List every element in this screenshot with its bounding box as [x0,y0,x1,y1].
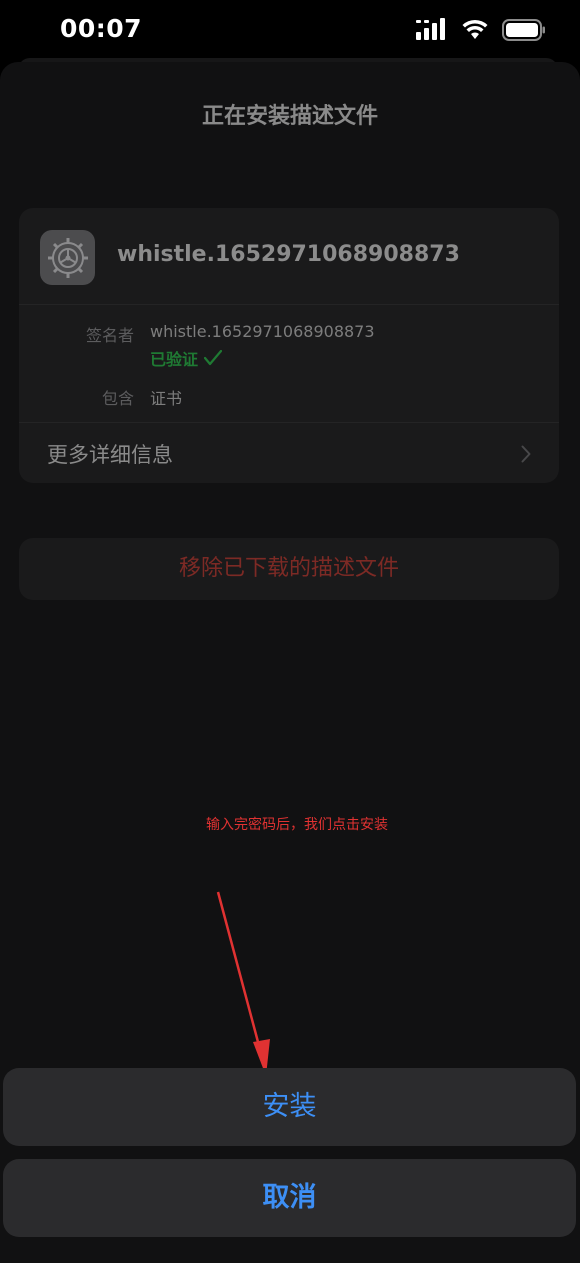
verified-text: 已验证 [150,350,199,369]
cellular-signal-icon [416,18,445,40]
verified-row: 已验证 [150,346,223,370]
signer-label: 签名者 [85,326,134,345]
remove-profile-button[interactable]: 移除已下载的描述文件 [19,538,559,600]
battery-icon [502,19,545,41]
cancel-button[interactable]: 取消 [3,1159,576,1237]
more-details-row[interactable]: 更多详细信息 [19,423,559,483]
sheet-title: 正在安装描述文件 [201,104,378,129]
screen: 00:07 正在安装描述文件 whistle.1652971068908873 … [0,0,580,1263]
signer-value: whistle.1652971068908873 [150,322,375,341]
status-icons [416,18,546,42]
checkmark-icon [204,350,223,366]
chevron-right-icon [521,445,531,463]
wifi-icon [462,19,488,39]
contains-label: 包含 [101,389,134,408]
profile-card: whistle.1652971068908873 签名者 whistle.165… [19,208,559,483]
annotation-text: 输入完密码后，我们点击安装 [206,817,388,833]
profile-name: whistle.1652971068908873 [117,242,460,267]
status-time: 00:07 [60,14,143,43]
install-button[interactable]: 安装 [3,1068,576,1146]
status-bar: 00:07 [0,0,580,62]
card-divider [19,304,559,305]
more-details-label: 更多详细信息 [47,443,173,467]
settings-gear-icon [40,230,95,285]
contains-value: 证书 [150,389,183,408]
